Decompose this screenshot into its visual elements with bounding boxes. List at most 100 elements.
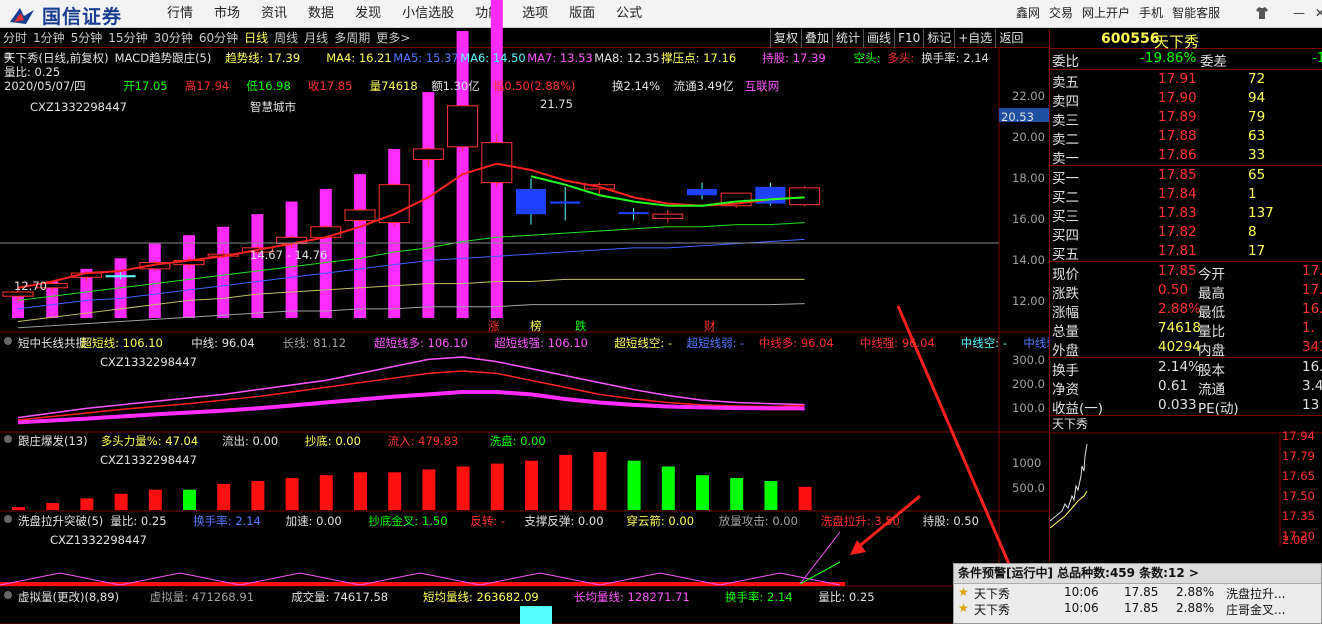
ask-price: 17.88: [1158, 128, 1197, 144]
alert-condition: 庄哥金叉...: [1226, 603, 1286, 617]
pane4-header-4: 抄底金叉: 1.50: [368, 514, 448, 528]
skin-shirt-icon[interactable]: [1255, 6, 1269, 20]
weibi-row: 委比 -19.86% 委差 -1: [1050, 49, 1322, 70]
bid-volume: 8: [1248, 224, 1257, 240]
stat-row-cell-3: 17.: [1302, 282, 1322, 298]
candle: [378, 182, 410, 227]
stock-code: 600556: [1101, 31, 1160, 47]
right-menu-item-1[interactable]: 交易: [1049, 0, 1073, 28]
pane3-header-2: 流出: 0.00: [222, 434, 279, 448]
right-menu-item-4[interactable]: 智能客服: [1172, 0, 1220, 28]
ask-label: 卖二: [1052, 132, 1079, 148]
quote-panel: 600556 天下秀 委比 -19.86% 委差 -1 卖五 17.91 72 卖四 1…: [1049, 29, 1322, 624]
pane5-header-2: 成交量: 74617.58: [291, 590, 389, 604]
alert-name: 天下秀: [974, 603, 1011, 617]
chart-marker: 跌: [575, 319, 587, 333]
pane5-header-6: 量比: 0.25: [818, 590, 875, 604]
main-volume-bar: [217, 226, 230, 318]
collapse-icon[interactable]: [4, 435, 12, 443]
main-y-tick: 18.00: [1012, 171, 1045, 185]
bid-label: 买四: [1052, 228, 1079, 244]
ask-book: 卖五 17.91 72 卖四 17.90 94 卖三 17.89 79 卖二 17.88 63 卖一 17…: [1050, 70, 1322, 167]
alert-row[interactable]: ★ 天下秀 10:06 17.85 2.88% 洗盘拉升...: [954, 584, 1321, 601]
stat2-row-cell-2: PE(动): [1198, 401, 1239, 417]
pane3-y-tick: 500.0: [1012, 481, 1045, 495]
pane3-bar: [285, 478, 299, 510]
main-header-bar-2: 高17.94: [184, 79, 230, 93]
ma-line: [17, 222, 805, 301]
ask-row: 卖四 17.90 94: [1050, 89, 1322, 110]
pane2-header-5: 超短线强: 106.10: [494, 336, 588, 350]
minimize-button[interactable]: —: [1293, 0, 1305, 27]
candle: [755, 182, 786, 206]
main-id-label: CXZ1332298447: [30, 100, 127, 114]
pane2-header-2: 中线: 96.04: [191, 336, 255, 350]
main-header-bar-7: 幅0.50(2.88%): [492, 79, 576, 93]
close-window-button[interactable]: ✕: [1315, 0, 1322, 27]
ask-label: 卖四: [1052, 94, 1079, 110]
main-header-4: MA5: 15.37: [393, 51, 459, 65]
mini-price-tick: 17.94: [1282, 429, 1315, 443]
alert-row[interactable]: ★ 天下秀 10:06 17.85 2.88% 庄哥金叉...: [954, 600, 1321, 617]
pane4-header-5: 反转: -: [470, 514, 506, 528]
collapse-icon[interactable]: [4, 515, 12, 523]
main-header-0: 天下秀(日线,前复权): [4, 51, 109, 65]
ask-price: 17.91: [1158, 71, 1197, 87]
bid-price: 17.81: [1158, 243, 1197, 259]
stat2-row-cell-1: 0.61: [1158, 378, 1189, 394]
main-y-tick: 20.00: [1012, 130, 1045, 144]
condition-alert-window[interactable]: 条件预警[运行中] 总品种数:459 条数:12 > ★ 天下秀 10:06 17.8…: [953, 563, 1322, 624]
pane2-header-9: 中线强: 96.04: [859, 336, 935, 350]
main-header-10: 空头:: [853, 51, 881, 65]
pane3-bar: [217, 483, 231, 510]
price-tag: 20.53: [1001, 110, 1034, 124]
pane4-header-1: 量比: 0.25: [110, 514, 167, 528]
pane2-header-0: 短中长线共振: [18, 336, 87, 350]
stat-row-cell-1: 17.85: [1158, 263, 1197, 279]
pane3-bar: [764, 481, 778, 510]
candle: [550, 186, 581, 221]
main-header-bar-1: 开17.05: [123, 79, 168, 93]
candle: [687, 182, 717, 200]
stat-row-cell-1: 2.88%: [1158, 301, 1201, 317]
stat2-row: 收益(一) 0.033 PE(动) 13: [1050, 396, 1322, 417]
ask-volume: 63: [1248, 128, 1266, 144]
pane3-y-tick: 1000: [1012, 456, 1042, 470]
candle: [412, 146, 444, 166]
pane3-bar: [696, 475, 709, 510]
pane2-header-3: 长线: 81.12: [282, 336, 347, 350]
ask-row: 卖二 17.88 63: [1050, 127, 1322, 148]
main-header-bar-5: 量74618: [369, 79, 418, 93]
pane4-header-3: 加速: 0.00: [285, 514, 342, 528]
stat-row-cell-2: 最低: [1198, 305, 1225, 321]
right-menu-item-3[interactable]: 手机: [1139, 0, 1163, 28]
pane2-header-6: 超短线空: -: [614, 336, 673, 350]
pane5-header-4: 长均量线: 128271.71: [574, 590, 690, 604]
collapse-icon[interactable]: [4, 337, 12, 345]
bid-volume: 1: [1248, 186, 1257, 202]
pane2-header-7: 超短线弱: -: [686, 336, 745, 350]
stat-row-cell-2: 最高: [1198, 286, 1225, 302]
right-menu-item-2[interactable]: 网上开户: [1082, 0, 1130, 28]
pane2-line: [17, 390, 805, 425]
pane3-bar: [114, 493, 128, 510]
stat-row-cell-2: 今开: [1198, 267, 1225, 283]
weibi-label: 委比: [1052, 54, 1079, 70]
collapse-icon[interactable]: [4, 591, 12, 599]
candle: [789, 185, 821, 207]
pane3-bar: [627, 460, 641, 510]
mini-price-tick: 17.50: [1282, 489, 1315, 503]
pane3-bar: [559, 454, 573, 510]
main-header-volratio: 量比: 0.25: [4, 65, 61, 79]
pane3-bar: [661, 466, 675, 510]
pane5-header-5: 换手率: 2.14: [725, 590, 793, 604]
weicha-value: -1: [1312, 50, 1322, 66]
main-volume-bar: [388, 148, 401, 318]
main-header-3: MA4: 16.21: [326, 51, 392, 65]
stat2-row-cell-0: 换手: [1052, 363, 1079, 379]
stat-row-cell-0: 涨幅: [1052, 305, 1079, 321]
annotation-high: 21.75: [540, 97, 573, 111]
ask-label: 卖五: [1052, 75, 1079, 91]
alert-header[interactable]: 条件预警[运行中] 总品种数:459 条数:12 >: [954, 564, 1321, 584]
pane4-header-0: 洗盘拉升突破(5): [18, 514, 104, 528]
